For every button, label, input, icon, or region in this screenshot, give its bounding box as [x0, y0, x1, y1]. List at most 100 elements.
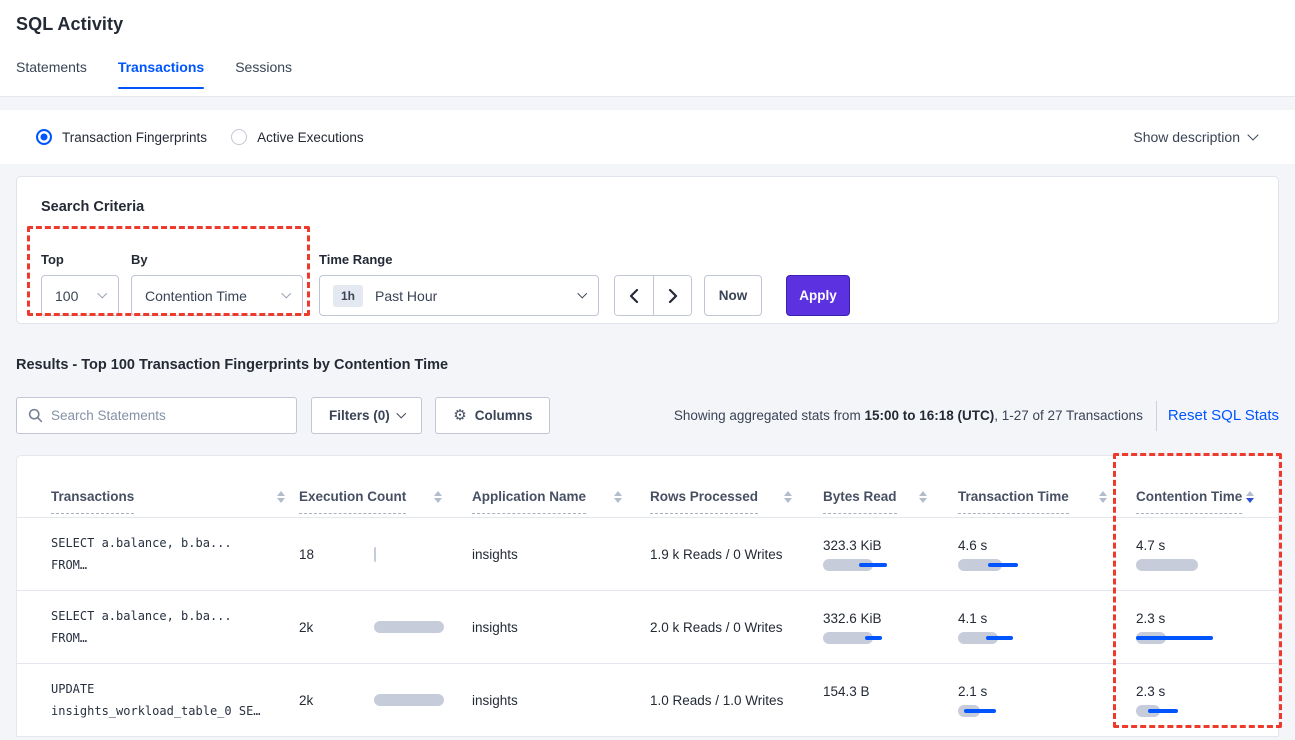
chevron-down-icon — [577, 289, 586, 298]
show-description-label: Show description — [1133, 129, 1240, 145]
column-header-execution-count[interactable]: Execution Count — [299, 489, 456, 517]
time-nav-buttons — [614, 275, 692, 316]
column-header-transactions[interactable]: Transactions — [51, 489, 299, 517]
transactions-table: Transactions Execution Count Application… — [16, 455, 1279, 737]
prev-time-button[interactable] — [615, 276, 653, 315]
top-field: Top 100 — [41, 252, 119, 316]
bytes-read-cell: 332.6 KiB — [806, 611, 941, 644]
tab-bar: Statements Transactions Sessions — [16, 59, 1279, 88]
columns-label: Columns — [475, 408, 533, 423]
column-header-transaction-time[interactable]: Transaction Time — [941, 489, 1121, 517]
search-criteria-card: Search Criteria Top 100 By Contention Ti… — [16, 176, 1279, 324]
time-range-select[interactable]: 1h Past Hour — [319, 275, 599, 316]
table-row[interactable]: SELECT a.balance, b.ba... FROM… 2k insig… — [17, 591, 1278, 664]
search-criteria-title: Search Criteria — [41, 199, 1254, 215]
search-input[interactable] — [16, 397, 297, 434]
sort-icon[interactable] — [919, 491, 927, 504]
contention-time-cell: 2.3 s — [1121, 611, 1268, 644]
tab-statements[interactable]: Statements — [16, 59, 87, 88]
transaction-time-cell: 4.6 s — [941, 538, 1121, 571]
chevron-left-icon — [629, 289, 639, 303]
time-range-value: Past Hour — [375, 288, 437, 304]
application-name-cell: insights — [456, 620, 636, 635]
column-header-application-name[interactable]: Application Name — [456, 489, 636, 517]
table-row[interactable]: UPDATE insights_workload_table_0 SE… 2k … — [17, 664, 1278, 737]
search-icon — [28, 408, 43, 423]
contention-time-bar — [1136, 705, 1268, 717]
reset-sql-stats-link[interactable]: Reset SQL Stats — [1168, 407, 1279, 424]
column-header-contention-time[interactable]: Contention Time — [1121, 489, 1268, 517]
next-time-button[interactable] — [653, 276, 691, 315]
execution-count-bar — [374, 621, 444, 633]
stats-summary: Showing aggregated stats from 15:00 to 1… — [674, 408, 1143, 423]
bytes-read-cell: 154.3 B — [806, 684, 941, 717]
sort-icon[interactable] — [784, 491, 792, 504]
filters-label: Filters (0) — [329, 408, 390, 423]
transaction-fingerprint-link[interactable]: SELECT a.balance, b.ba... FROM… — [51, 532, 299, 576]
column-header-rows-processed[interactable]: Rows Processed — [636, 489, 806, 517]
chevron-right-icon — [668, 289, 678, 303]
column-header-bytes-read[interactable]: Bytes Read — [806, 489, 941, 517]
contention-time-cell: 2.3 s — [1121, 684, 1268, 717]
tab-sessions[interactable]: Sessions — [235, 59, 292, 88]
radio-active-executions[interactable]: Active Executions — [231, 129, 364, 145]
time-range-field: Time Range 1h Past Hour — [319, 252, 599, 316]
chevron-down-icon — [396, 409, 405, 418]
contention-time-bar — [1136, 559, 1268, 571]
sort-icon[interactable] — [614, 491, 622, 504]
execution-count-bar — [374, 547, 444, 562]
show-description-toggle[interactable]: Show description — [1133, 129, 1257, 145]
top-select-value: 100 — [55, 288, 78, 304]
by-select[interactable]: Contention Time — [131, 275, 303, 316]
transaction-fingerprint-link[interactable]: UPDATE insights_workload_table_0 SE… — [51, 678, 299, 722]
execution-count-bar — [374, 694, 444, 706]
radio-unselected-icon — [231, 129, 247, 145]
chevron-down-icon — [97, 289, 106, 298]
execution-count-cell: 2k — [299, 620, 456, 635]
contention-time-cell: 4.7 s — [1121, 538, 1268, 571]
results-title: Results - Top 100 Transaction Fingerprin… — [16, 357, 1279, 373]
bytes-read-bar — [823, 632, 941, 644]
transaction-fingerprint-link[interactable]: SELECT a.balance, b.ba... FROM… — [51, 605, 299, 649]
divider — [1156, 401, 1157, 431]
time-range-label: Time Range — [319, 252, 599, 267]
bytes-read-cell: 323.3 KiB — [806, 538, 941, 571]
sort-icon-active-desc[interactable] — [1246, 491, 1254, 504]
top-select[interactable]: 100 — [41, 275, 119, 316]
application-name-cell: insights — [456, 693, 636, 708]
rows-processed-cell: 2.0 k Reads / 0 Writes — [636, 620, 806, 635]
columns-button[interactable]: ⚙ Columns — [435, 397, 550, 434]
transaction-time-cell: 4.1 s — [941, 611, 1121, 644]
rows-processed-cell: 1.0 Reads / 1.0 Writes — [636, 693, 806, 708]
by-select-value: Contention Time — [145, 288, 247, 304]
filters-button[interactable]: Filters (0) — [311, 397, 422, 434]
apply-button[interactable]: Apply — [786, 275, 850, 316]
radio-transaction-fingerprints[interactable]: Transaction Fingerprints — [36, 129, 207, 145]
top-label: Top — [41, 252, 119, 267]
search-box — [16, 397, 297, 434]
chevron-down-icon — [1247, 129, 1258, 140]
execution-count-cell: 18 — [299, 547, 456, 562]
application-name-cell: insights — [456, 547, 636, 562]
page-title: SQL Activity — [16, 14, 1279, 35]
transaction-time-bar — [958, 559, 1121, 571]
page-header: SQL Activity Statements Transactions Ses… — [0, 0, 1295, 97]
now-button[interactable]: Now — [704, 275, 762, 316]
tab-transactions[interactable]: Transactions — [118, 59, 204, 88]
results-toolbar: Filters (0) ⚙ Columns Showing aggregated… — [16, 397, 1279, 434]
table-row[interactable]: SELECT a.balance, b.ba... FROM… 18 insig… — [17, 518, 1278, 591]
sort-icon[interactable] — [277, 491, 285, 504]
transaction-time-bar — [958, 705, 1121, 717]
sort-icon[interactable] — [434, 491, 442, 504]
radio-label: Active Executions — [257, 130, 364, 145]
contention-time-bar — [1136, 632, 1268, 644]
by-field: By Contention Time — [119, 252, 303, 316]
search-criteria-row: Top 100 By Contention Time Time Range 1h… — [41, 252, 1254, 316]
stats-time-range: 15:00 to 16:18 (UTC) — [864, 408, 994, 423]
transaction-time-bar — [958, 632, 1121, 644]
transaction-time-cell: 2.1 s — [941, 684, 1121, 717]
bytes-read-bar — [823, 559, 941, 571]
sort-icon[interactable] — [1099, 491, 1107, 504]
table-header-row: Transactions Execution Count Application… — [17, 456, 1278, 518]
chevron-down-icon — [281, 289, 290, 298]
